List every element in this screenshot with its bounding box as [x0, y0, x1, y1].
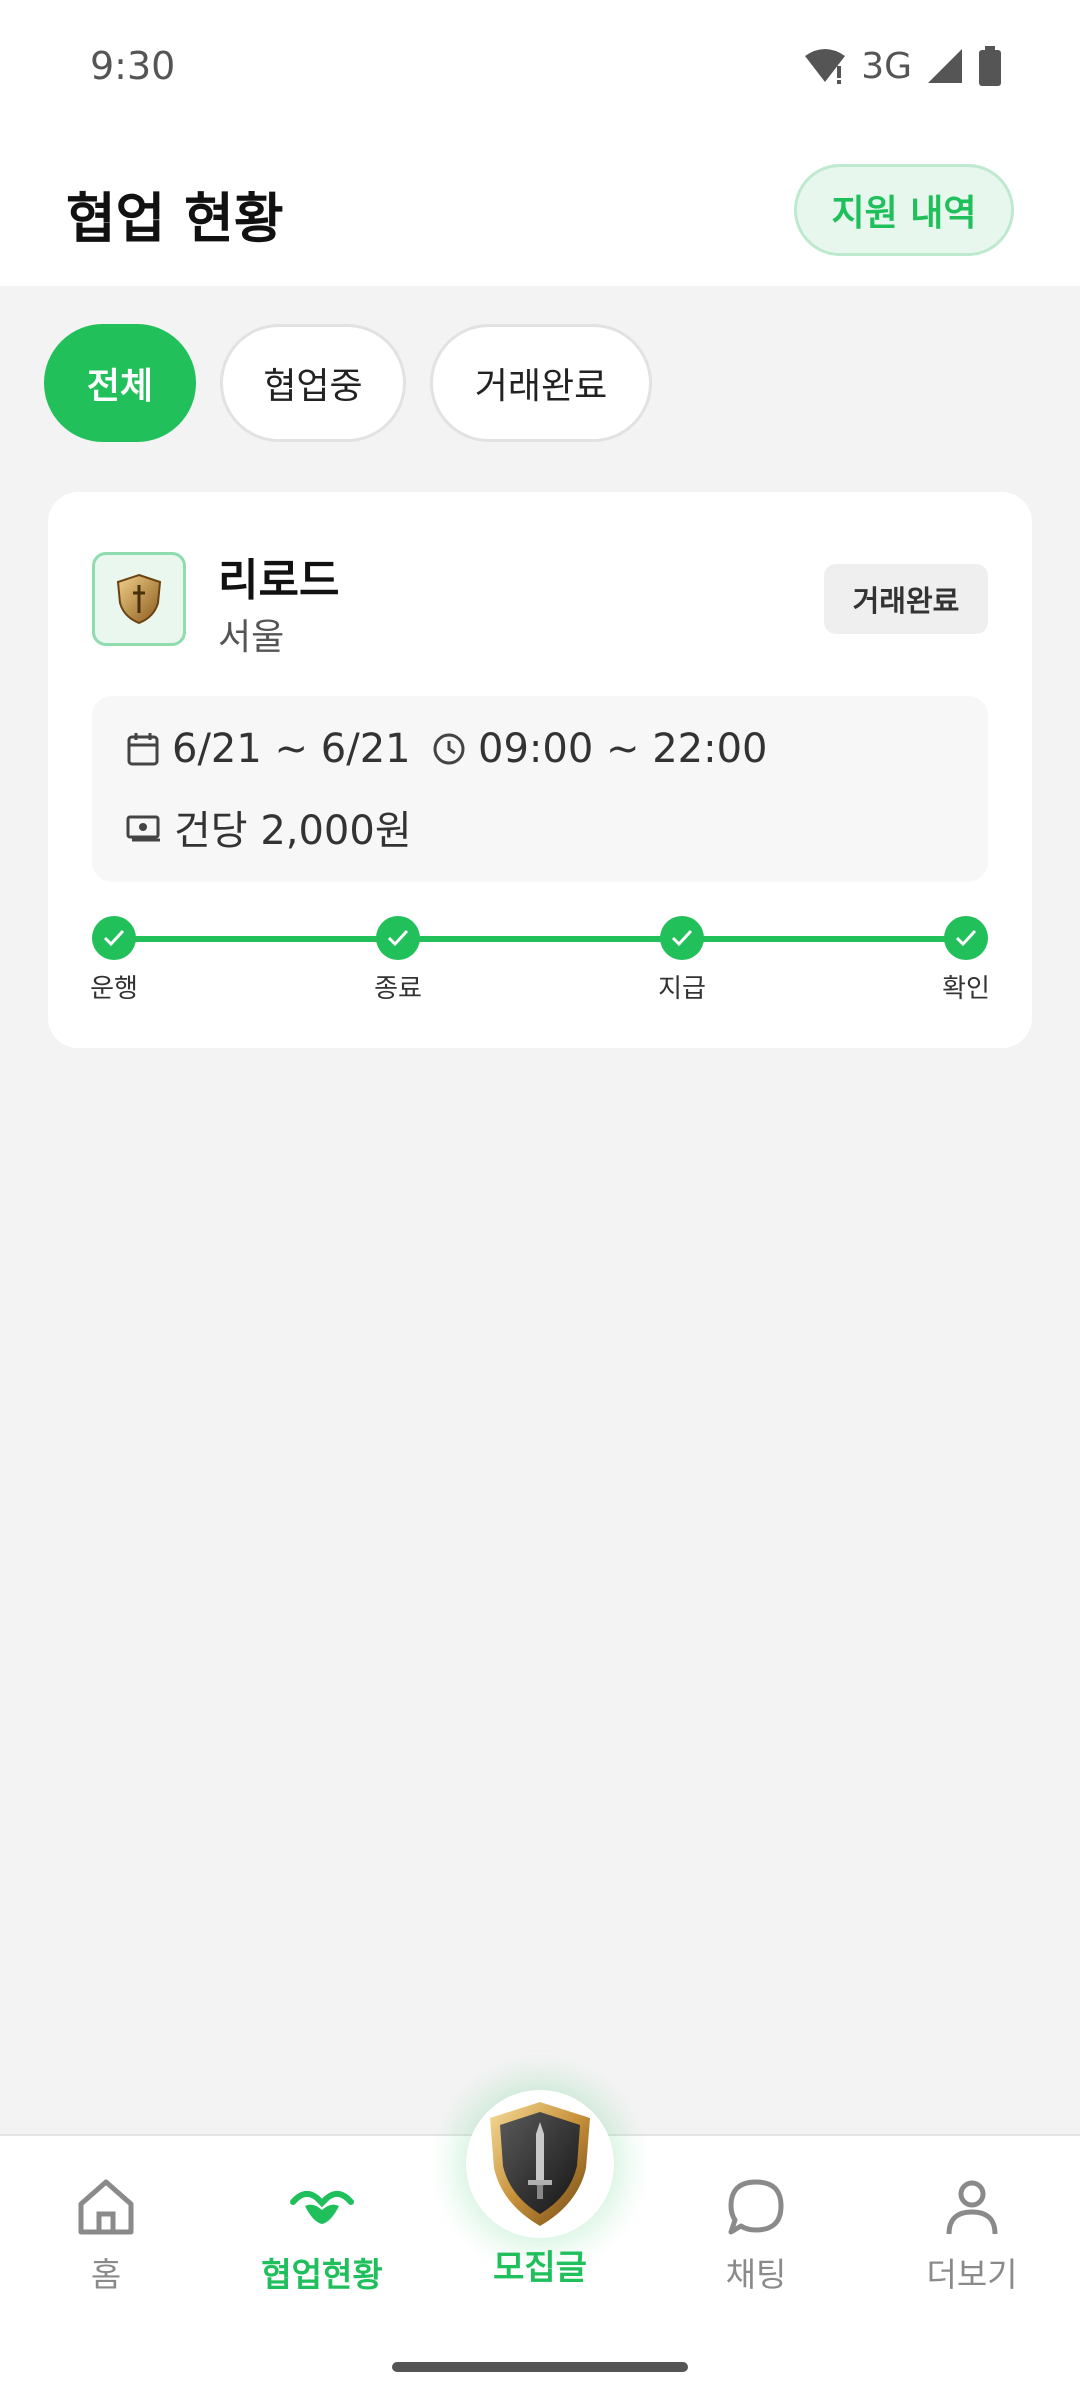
nav-label-recruit: 모집글: [493, 2248, 587, 2288]
application-history-button[interactable]: 지원 내역: [794, 164, 1014, 256]
step-end: 종료: [353, 916, 443, 1005]
collab-card[interactable]: 리로드 서울 거래완료 6/21 ~ 6/21 09:00 ~ 22:00 건당…: [48, 492, 1032, 1048]
cash-icon: [126, 815, 160, 842]
filter-tabs: 전체 협업중 거래완료: [44, 324, 652, 442]
schedule-info: 6/21 ~ 6/21 09:00 ~ 22:00 건당 2,000원: [92, 696, 988, 882]
nav-item-recruit[interactable]: [466, 2090, 614, 2238]
filter-tab-ongoing[interactable]: 협업중: [220, 324, 406, 442]
price: 건당 2,000원: [174, 808, 412, 854]
date-range: 6/21 ~ 6/21: [172, 726, 411, 772]
page-title: 협업 현황: [66, 187, 284, 250]
progress-line: [114, 936, 966, 942]
person-icon: [946, 2180, 998, 2235]
step-label: 운행: [90, 974, 138, 1004]
time-range: 09:00 ~ 22:00: [478, 726, 768, 772]
step-label: 확인: [942, 974, 990, 1004]
nav-item-more[interactable]: 더보기: [882, 2176, 1062, 2296]
shield-icon: [116, 573, 162, 625]
nav-label: 채팅: [725, 2255, 787, 2294]
battery-icon: [979, 46, 1001, 86]
check-icon: [376, 916, 420, 960]
calendar-icon: [127, 733, 159, 766]
shop-logo: [92, 552, 186, 646]
date-row: 6/21 ~ 6/21: [126, 726, 411, 772]
progress-tracker: 운행 종료 지급 확인: [90, 916, 990, 1016]
filter-tab-completed[interactable]: 거래완료: [430, 324, 652, 442]
shop-name: 리로드: [218, 555, 340, 606]
status-icons: 3G: [803, 44, 1002, 88]
wifi-icon: [805, 49, 846, 84]
clock-icon: [433, 733, 465, 765]
price-row: 건당 2,000원: [126, 798, 412, 856]
shop-location: 서울: [218, 617, 285, 658]
network-type: 3G: [861, 45, 912, 87]
step-confirm: 확인: [921, 916, 1011, 1005]
status-time: 9:30: [90, 44, 176, 88]
check-icon: [660, 916, 704, 960]
check-icon: [92, 916, 136, 960]
chat-bubble-icon: [728, 2179, 784, 2235]
check-icon: [944, 916, 988, 960]
home-icon: [78, 2179, 134, 2235]
step-payment: 지급: [637, 916, 727, 1005]
nav-label: 더보기: [926, 2255, 1018, 2294]
step-label: 지급: [658, 974, 706, 1004]
status-badge: 거래완료: [824, 564, 988, 634]
header: 협업 현황 지원 내역: [0, 130, 1080, 286]
step-label: 종료: [374, 974, 422, 1004]
nav-item-home[interactable]: 홈: [16, 2176, 196, 2296]
nav-item-collab-status[interactable]: 협업현황: [232, 2176, 412, 2296]
handshake-icon: [290, 2190, 354, 2224]
shield-sword-icon: [490, 2102, 590, 2226]
home-indicator[interactable]: [392, 2362, 688, 2372]
nav-item-chat[interactable]: 채팅: [666, 2176, 846, 2296]
step-drive: 운행: [69, 916, 159, 1005]
filter-tab-all[interactable]: 전체: [44, 324, 196, 442]
time-row: 09:00 ~ 22:00: [432, 726, 768, 772]
signal-icon: [928, 49, 962, 83]
status-bar: 9:30 3G: [0, 0, 1080, 130]
nav-label: 협업현황: [261, 2255, 383, 2294]
nav-label: 홈: [90, 2255, 122, 2294]
